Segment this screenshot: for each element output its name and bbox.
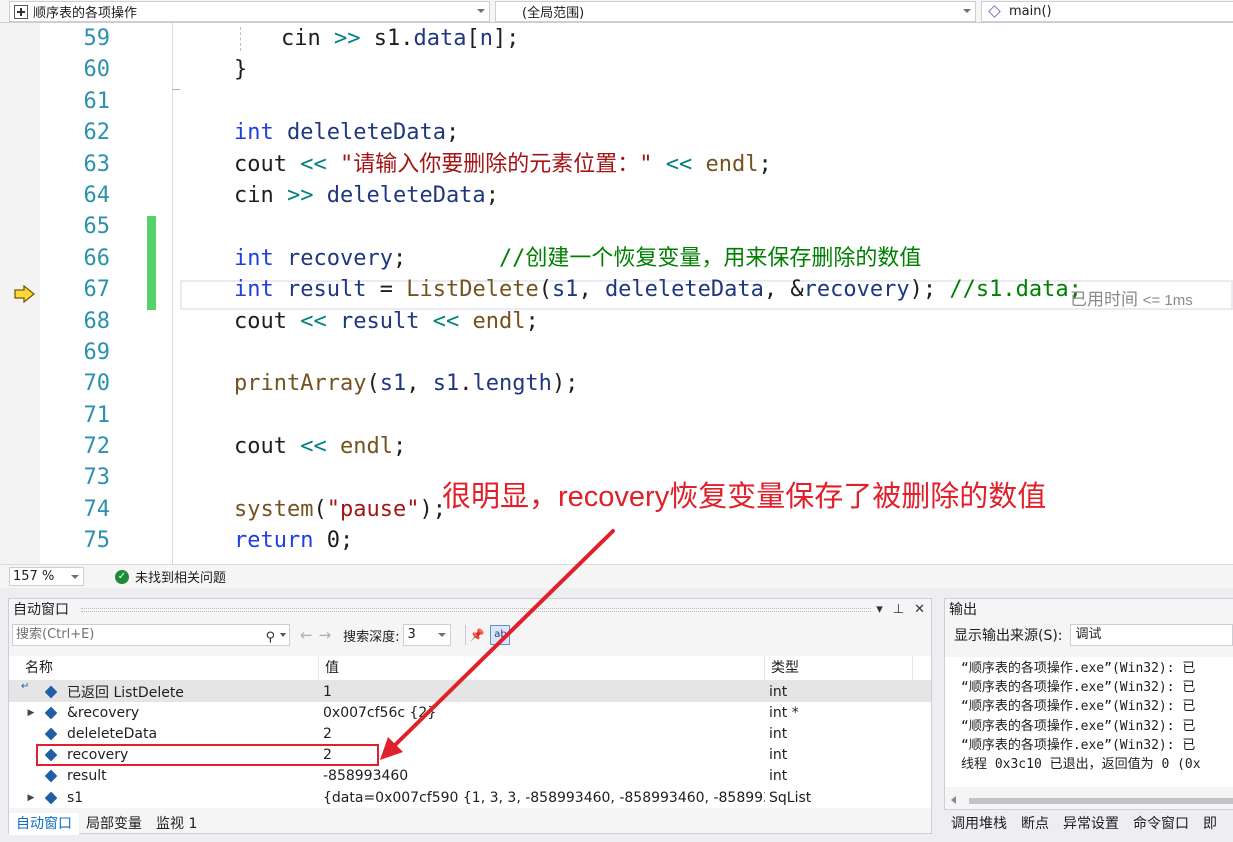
annotation-arrow: [380, 529, 615, 760]
